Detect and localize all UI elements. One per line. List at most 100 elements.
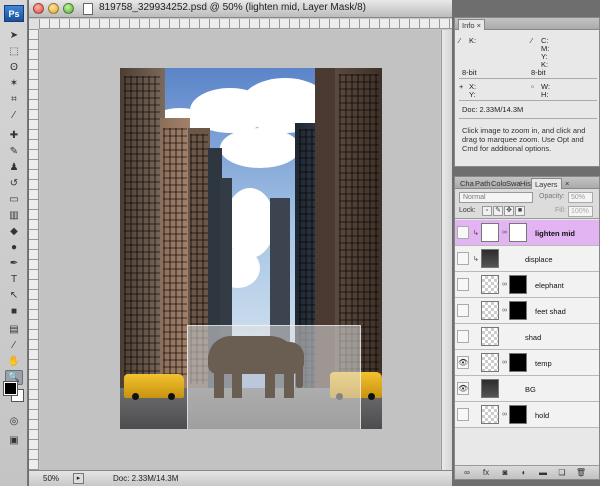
k-label: K:	[469, 36, 477, 45]
close-button[interactable]	[33, 3, 44, 14]
layer-row[interactable]: 👁 BG	[455, 376, 599, 402]
visibility-eye-icon[interactable]	[457, 226, 469, 239]
minimize-button[interactable]	[48, 3, 59, 14]
visibility-eye-icon[interactable]	[457, 278, 469, 291]
layer-thumbnail[interactable]	[481, 405, 499, 424]
notes-tool-icon[interactable]: ▤	[5, 322, 23, 337]
tools-panel: Ps ➤ ⬚ ʘ ✶ ⌗ ⁄ ✚ ✎ ♟ ↺ ▭ ▥ ◆ ● ✒ T ↖ ■ ▤ ⁄ ✋ 🔍 ◎ ▣	[0, 0, 28, 486]
blur-tool-icon[interactable]: ◆	[5, 224, 23, 239]
layer-row[interactable]: ↳ ∞ lighten mid	[455, 220, 599, 246]
foreground-color-swatch[interactable]	[3, 381, 18, 396]
marquee-tool-icon[interactable]: ⬚	[5, 44, 23, 59]
adjustment-icon[interactable]: ◐	[518, 468, 530, 478]
trash-icon[interactable]: 🗑	[575, 468, 587, 478]
visibility-eye-icon[interactable]: 👁	[457, 382, 469, 395]
bit-depth-left: 8-bit	[462, 68, 477, 77]
lasso-tool-icon[interactable]: ʘ	[5, 60, 23, 75]
photoshop-window: Ps ➤ ⬚ ʘ ✶ ⌗ ⁄ ✚ ✎ ♟ ↺ ▭ ▥ ◆ ● ✒ T ↖ ■ ▤ ⁄ ✋ 🔍 ◎ ▣ 819758_329…	[0, 0, 600, 486]
fx-icon[interactable]: fx	[480, 468, 492, 478]
brush-tool-icon[interactable]: ✎	[5, 144, 23, 159]
mask-link-icon[interactable]: ∞	[502, 359, 507, 366]
gradient-tool-icon[interactable]: ▥	[5, 208, 23, 223]
clone-stamp-tool-icon[interactable]: ♟	[5, 160, 23, 175]
close-icon[interactable]: ×	[477, 21, 481, 30]
layer-mask-thumbnail[interactable]	[509, 275, 527, 294]
layer-thumbnail[interactable]	[481, 249, 499, 268]
visibility-eye-icon[interactable]	[457, 252, 469, 265]
close-icon[interactable]: ×	[562, 178, 572, 189]
opacity-label: Opacity:	[539, 193, 565, 200]
vertical-ruler[interactable]	[29, 29, 39, 470]
folder-icon[interactable]: ▬	[537, 468, 549, 478]
dodge-tool-icon[interactable]: ●	[5, 240, 23, 255]
layer-name: hold	[535, 411, 550, 420]
new-layer-icon[interactable]: ❏	[556, 468, 568, 478]
eraser-tool-icon[interactable]: ▭	[5, 192, 23, 207]
healing-brush-tool-icon[interactable]: ✚	[5, 128, 23, 143]
visibility-eye-icon[interactable]	[457, 330, 469, 343]
pasteboard[interactable]	[40, 30, 440, 470]
lock-paint-icon[interactable]: ✎	[493, 206, 503, 216]
eyedropper2-tool-icon[interactable]: ⁄	[5, 338, 23, 353]
mask-link-icon[interactable]: ∞	[502, 281, 507, 288]
eyedropper-tool-icon[interactable]: ⁄	[5, 108, 23, 123]
layer-mask-thumbnail[interactable]	[509, 223, 527, 242]
y2-label: Y:	[469, 90, 476, 99]
ruler-origin[interactable]	[29, 19, 39, 29]
layer-row[interactable]: shad	[455, 324, 599, 350]
zoom-level[interactable]: 50%	[43, 474, 59, 483]
magic-wand-tool-icon[interactable]: ✶	[5, 76, 23, 91]
layer-mask-thumbnail[interactable]	[509, 301, 527, 320]
layer-thumbnail[interactable]	[481, 327, 499, 346]
path-selection-tool-icon[interactable]: ↖	[5, 288, 23, 303]
crop-tool-icon[interactable]: ⌗	[5, 92, 23, 107]
layer-thumbnail[interactable]	[481, 353, 499, 372]
quick-mask-icon[interactable]: ◎	[5, 414, 23, 429]
fill-input[interactable]: 100%	[568, 206, 593, 217]
lock-position-icon[interactable]: ✥	[504, 206, 514, 216]
vertical-scrollbar[interactable]	[441, 30, 452, 470]
visibility-eye-icon[interactable]	[457, 408, 469, 421]
taxi-left	[124, 374, 184, 400]
layer-row[interactable]: ∞ feet shad	[455, 298, 599, 324]
lock-all-icon[interactable]: ■	[515, 206, 525, 216]
layer-thumbnail[interactable]	[481, 301, 499, 320]
lock-transparent-icon[interactable]: ▫	[482, 206, 492, 216]
type-tool-icon[interactable]: T	[5, 272, 23, 287]
tab-info[interactable]: Info ×	[458, 19, 485, 30]
mask-link-icon[interactable]: ∞	[502, 411, 507, 418]
status-bar: 50% ▸ Doc: 2.33M/14.3M	[29, 470, 452, 486]
status-menu-icon[interactable]: ▸	[73, 473, 84, 484]
mask-icon[interactable]: ◙	[499, 468, 511, 478]
info-divider-2	[459, 100, 597, 101]
opacity-input[interactable]: 50%	[568, 192, 593, 203]
layer-thumbnail[interactable]	[481, 223, 499, 242]
hand-tool-icon[interactable]: ✋	[5, 354, 23, 369]
layer-row[interactable]: ↳ displace	[455, 246, 599, 272]
move-tool-icon[interactable]: ➤	[5, 28, 23, 43]
layer-row[interactable]: ∞ hold	[455, 402, 599, 428]
pen-tool-icon[interactable]: ✒	[5, 256, 23, 271]
link-icon[interactable]: ∞	[461, 468, 473, 478]
layer-row[interactable]: 👁 ∞ temp	[455, 350, 599, 376]
visibility-eye-icon[interactable]	[457, 304, 469, 317]
layer-row[interactable]: ∞ elephant	[455, 272, 599, 298]
photoshop-logo[interactable]: Ps	[4, 5, 24, 22]
zoom-button[interactable]	[63, 3, 74, 14]
mask-link-icon[interactable]: ∞	[502, 229, 507, 236]
screen-mode-icon[interactable]: ▣	[5, 433, 23, 448]
tab-layers[interactable]: Layers	[531, 178, 562, 189]
document-icon	[83, 3, 93, 15]
horizontal-ruler[interactable]	[39, 19, 452, 29]
blend-mode-select[interactable]: Normal	[459, 192, 533, 203]
shape-tool-icon[interactable]: ■	[5, 304, 23, 319]
history-brush-tool-icon[interactable]: ↺	[5, 176, 23, 191]
document-titlebar: 819758_329934252.psd @ 50% (lighten mid,…	[29, 0, 452, 18]
mask-link-icon[interactable]: ∞	[502, 307, 507, 314]
layer-thumbnail[interactable]	[481, 275, 499, 294]
layer-mask-thumbnail[interactable]	[509, 353, 527, 372]
layer-thumbnail[interactable]	[481, 379, 499, 398]
layer-mask-thumbnail[interactable]	[509, 405, 527, 424]
image-canvas[interactable]	[120, 68, 382, 429]
visibility-eye-icon[interactable]: 👁	[457, 356, 469, 369]
